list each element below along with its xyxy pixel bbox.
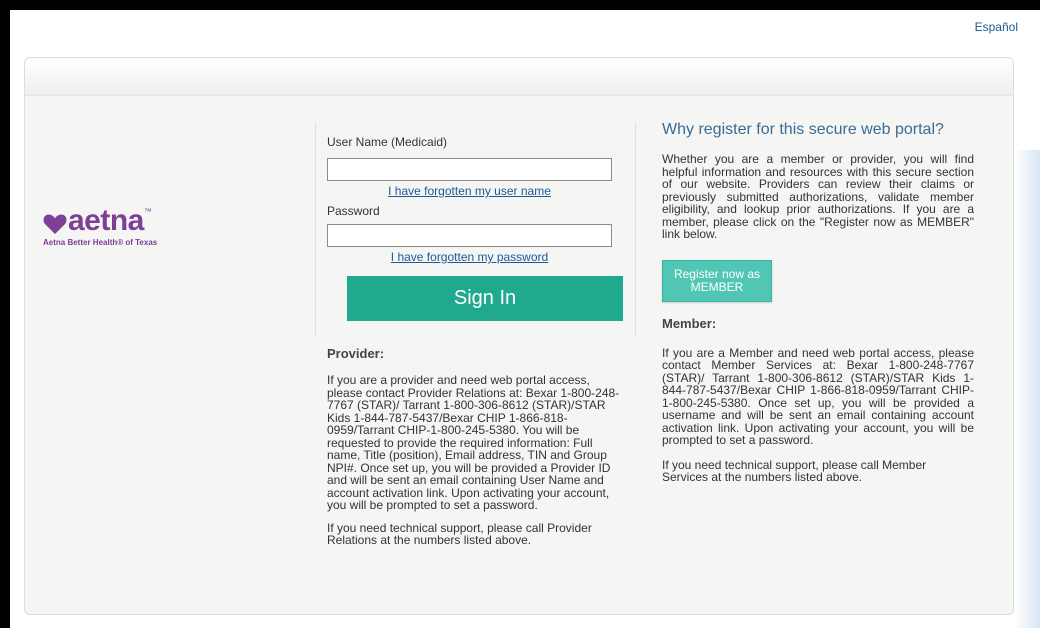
provider-support-text: If you need technical support, please ca… — [327, 520, 592, 547]
member-info-text: If you are a Member and need web portal … — [662, 345, 974, 447]
password-label: Password — [327, 204, 380, 218]
heart-icon — [43, 214, 67, 234]
logo-trademark: ™ — [143, 207, 152, 216]
why-register-heading: Why register for this secure web portal? — [662, 121, 944, 138]
window-frame-left — [0, 0, 10, 628]
window-frame-top — [0, 0, 1040, 10]
member-heading: Member: — [662, 315, 717, 331]
password-input[interactable] — [327, 224, 612, 247]
logo-wordmark: aetna — [68, 204, 144, 237]
forgot-password-link[interactable]: I have forgotten my password — [327, 250, 612, 264]
username-input[interactable] — [327, 158, 612, 181]
why-register-text: Whether you are a member or provider, yo… — [662, 152, 974, 241]
forgot-username-link[interactable]: I have forgotten my user name — [327, 184, 612, 198]
login-column: User Name (Medicaid) I have forgotten my… — [327, 135, 627, 547]
register-member-button[interactable]: Register now as MEMBER — [662, 259, 772, 302]
provider-info-text: If you are a provider and need web porta… — [327, 373, 620, 512]
divider-left — [315, 122, 316, 336]
aetna-logo: aetna ™ Aetna Better Health® of Texas — [43, 206, 193, 248]
divider-right — [635, 122, 636, 336]
sign-in-button[interactable]: Sign In — [347, 276, 623, 321]
member-support-text: If you need technical support, please ca… — [662, 457, 927, 484]
login-panel: aetna ™ Aetna Better Health® of Texas Us… — [24, 57, 1014, 615]
panel-header-bar — [25, 58, 1013, 96]
logo-subtitle: Aetna Better Health® of Texas — [43, 238, 158, 247]
info-column: Why register for this secure web portal?… — [662, 120, 974, 484]
username-label: User Name (Medicaid) — [327, 135, 448, 149]
language-link-espanol[interactable]: Español — [975, 20, 1018, 34]
provider-heading: Provider: — [327, 346, 385, 361]
page-side-gradient — [1014, 150, 1040, 628]
logo-mark: aetna ™ — [43, 206, 193, 236]
